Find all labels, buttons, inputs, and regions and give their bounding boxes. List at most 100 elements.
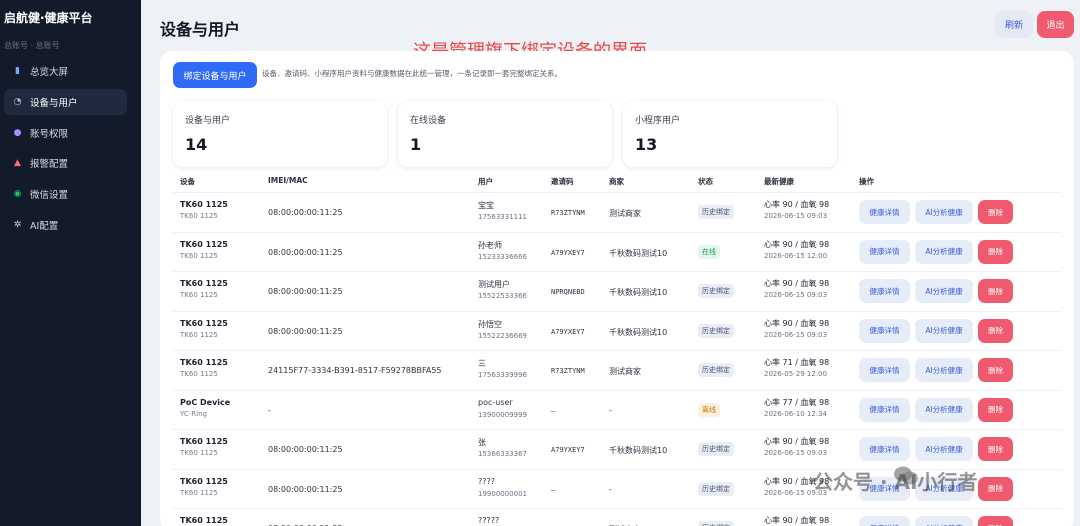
bind-device-button[interactable]: 绑定设备与用户 (173, 62, 257, 88)
health-detail-button[interactable]: 健康详情 (859, 279, 910, 303)
sidebar-item-1[interactable]: ◔ 设备与用户 (4, 88, 127, 115)
sidebar: 启航健·健康平台 总账号 · 总账号 ▮ 总览大屏 ◔ 设备与用户 ● 账号权限 ▲ 报警配置… (0, 0, 141, 526)
status-badge: 历史绑定 (698, 284, 734, 298)
ai-analysis-button[interactable]: AI分析健康 (915, 358, 973, 382)
merchant-name: 千秋数码测试10 (609, 248, 668, 258)
user-name: 三 (478, 359, 486, 368)
device-model: TK60 1125 (180, 291, 218, 299)
imei-value: 08:00:00:00:11:25 (268, 445, 343, 454)
status-badge: 历史绑定 (698, 363, 734, 377)
user-name: 孙悟空 (478, 319, 502, 329)
watch-icon: ◔ (13, 96, 22, 107)
table-header: 设备 IMEI/MAC 用户 邀请码 商家 状态 最新健康 操作 (173, 173, 1062, 192)
health-detail-button[interactable]: 健康详情 (859, 358, 910, 382)
stat-card-online: 在线设备 1 (398, 101, 612, 167)
health-reading: 心率 90 / 血氧 98 (764, 437, 830, 446)
user-phone: 19900000001 (478, 489, 527, 498)
delete-button[interactable]: 删除 (978, 279, 1013, 303)
stat-value: 1 (410, 135, 422, 154)
user-name: 宝宝 (478, 201, 494, 210)
health-reading: 心率 90 / 血氧 98 (764, 318, 830, 328)
sidebar-item-3[interactable]: ▲ 报警配置 (4, 150, 127, 176)
delete-button[interactable]: 删除 (978, 358, 1013, 382)
device-name: TK60 1125 (180, 358, 228, 367)
invite-code: – (551, 406, 556, 415)
imei-value: 08:00:00:00:11:25 (268, 326, 343, 336)
health-detail-button[interactable]: 健康详情 (859, 318, 910, 343)
merchant-name: 千秋数码测试10 (609, 446, 668, 455)
device-model: TK60 1125 (180, 488, 218, 497)
device-model: TK60 1125 (180, 330, 218, 339)
sidebar-nav: ▮ 总览大屏 ◔ 设备与用户 ● 账号权限 ▲ 报警配置 ◉ 微信设置 ✲ AI配置 (4, 58, 127, 243)
user-phone: 17563331111 (478, 213, 527, 221)
ai-analysis-button[interactable]: AI分析健康 (915, 200, 973, 224)
sidebar-item-5[interactable]: ✲ AI配置 (4, 212, 127, 238)
invite-code: R73ZTYNM (551, 367, 585, 375)
status-badge: 历史绑定 (698, 442, 734, 456)
ai-analysis-button[interactable]: AI分析健康 (915, 239, 973, 264)
sidebar-item-0[interactable]: ▮ 总览大屏 (4, 58, 127, 84)
merchant-name: - (609, 484, 612, 494)
user-name: 测试用户 (478, 280, 510, 289)
sidebar-item-label: 报警配置 (30, 159, 69, 171)
delete-button[interactable]: 删除 (978, 397, 1013, 422)
invite-code: – (551, 485, 556, 494)
stat-label: 小程序用户 (635, 116, 681, 126)
device-model: TK60 1125 (180, 212, 218, 220)
stat-label: 设备与用户 (185, 116, 231, 126)
sidebar-item-4[interactable]: ◉ 微信设置 (4, 181, 127, 207)
health-detail-button[interactable]: 健康详情 (859, 200, 910, 224)
sidebar-item-label: 微信设置 (30, 190, 69, 202)
merchant-name: 千秋数码测试10 (609, 327, 668, 337)
sidebar-item-label: 账号权限 (30, 128, 69, 140)
device-model: TK60 1125 (180, 449, 218, 457)
stat-value: 14 (185, 135, 208, 154)
invite-code: A79YXEY7 (551, 446, 585, 454)
merchant-name: 测试商家 (609, 367, 641, 376)
imei-value: 08:00:00:00:11:25 (268, 484, 343, 494)
bind-description: 设备、邀请码、小程序用户资料与健康数据在此统一管理，一条记录即一套完整绑定关系。 (262, 69, 562, 78)
health-detail-button[interactable]: 健康详情 (859, 397, 910, 422)
user-phone: 15366333367 (478, 450, 527, 458)
logout-button[interactable]: 退出 (1037, 11, 1074, 38)
delete-button[interactable]: 删除 (978, 516, 1013, 526)
stat-value: 13 (635, 135, 658, 154)
status-badge: 在线 (698, 244, 720, 259)
col-actions: 操作 (859, 177, 874, 186)
device-name: PoC Device (180, 397, 231, 407)
ai-analysis-button[interactable]: AI分析健康 (915, 437, 973, 461)
watermark-text: 公众号 · AI小行者 (813, 470, 978, 494)
health-reading: 心率 90 / 血氧 98 (764, 516, 830, 525)
device-name: TK60 1125 (180, 279, 228, 288)
sidebar-item-label: 总览大屏 (30, 67, 69, 78)
health-detail-button[interactable]: 健康详情 (859, 239, 910, 264)
status-badge: 历史绑定 (698, 481, 734, 496)
health-detail-button[interactable]: 健康详情 (859, 437, 910, 461)
delete-button[interactable]: 删除 (978, 437, 1013, 461)
table-row: TK60 1125 TK60 1125 08:00:00:00:11:25 测试用户 1… (173, 271, 1062, 311)
users-icon: ● (13, 127, 22, 138)
delete-button[interactable]: 删除 (978, 239, 1013, 264)
delete-button[interactable]: 删除 (978, 200, 1013, 224)
col-device: 设备 (180, 177, 195, 186)
user-name: ???? (478, 476, 495, 486)
health-reading: 心率 77 / 血氧 98 (764, 397, 830, 407)
col-health: 最新健康 (764, 177, 794, 186)
sidebar-item-2[interactable]: ● 账号权限 (4, 120, 127, 146)
health-detail-button[interactable]: 健康详情 (859, 516, 910, 526)
delete-button[interactable]: 删除 (978, 318, 1013, 343)
status-badge: 离线 (698, 402, 720, 417)
refresh-button[interactable]: 刷新 (995, 11, 1033, 38)
device-name: TK60 1125 (180, 476, 228, 486)
health-time: 2026-06-10 12:34 (764, 409, 828, 418)
device-model: TK60 1125 (180, 370, 218, 378)
user-name: 孙老师 (478, 240, 502, 250)
sidebar-item-label: 设备与用户 (30, 97, 78, 109)
ai-analysis-button[interactable]: AI分析健康 (915, 318, 973, 343)
table-row: TK60 1125 TK60 1125 08:00:00:00:11:25 孙老师 15… (173, 231, 1062, 272)
ai-analysis-button[interactable]: AI分析健康 (915, 397, 973, 422)
delete-button[interactable]: 删除 (978, 476, 1013, 501)
bar-chart-icon: ▮ (15, 66, 20, 76)
ai-analysis-button[interactable]: AI分析健康 (915, 516, 973, 526)
ai-analysis-button[interactable]: AI分析健康 (915, 279, 973, 303)
